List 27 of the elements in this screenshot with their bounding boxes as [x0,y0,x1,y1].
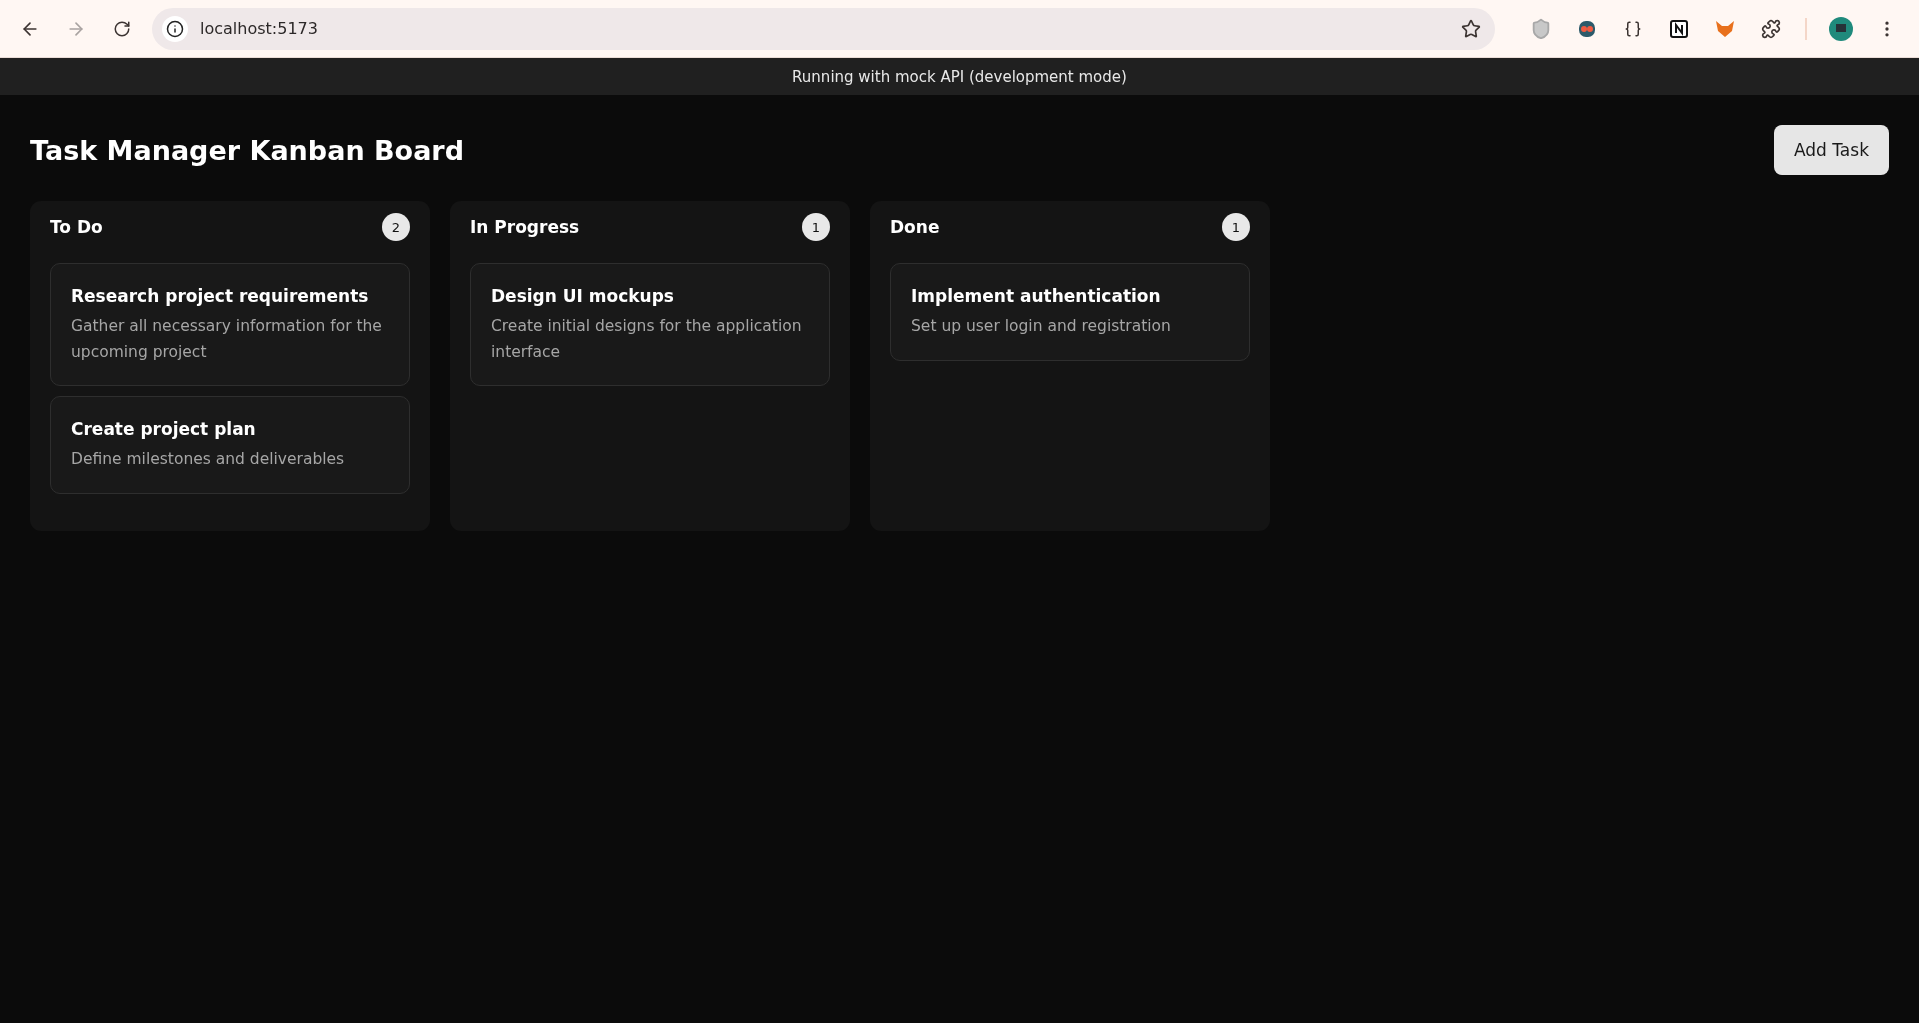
column-title: To Do [50,217,103,237]
column-title: Done [890,217,940,237]
dev-mode-banner: Running with mock API (development mode) [0,58,1919,95]
task-card[interactable]: Research project requirements Gather all necessary information for the upcoming project [50,263,410,387]
task-description: Gather all necessary information for the upcoming project [71,316,383,363]
task-card[interactable]: Create project plan Define milestones and deliverables [50,396,410,494]
task-description: Set up user login and registration [911,316,1172,337]
task-count-badge: 2 [382,213,410,241]
info-icon[interactable] [162,15,188,42]
task-title: Research project requirements [71,286,370,306]
avatar-icon[interactable] [1829,16,1853,41]
bookmark-star-icon[interactable] [1461,18,1481,39]
task-title: Implement authentication [911,286,1162,306]
task-title: Design UI mockups [491,286,675,306]
task-title: Create project plan [71,419,257,440]
task-count-badge: 1 [802,213,830,241]
task-description: Define milestones and deliverables [71,449,346,471]
reload-icon[interactable] [113,19,131,38]
task-card[interactable]: Implement authentication Set up user login and registration [890,263,1250,361]
task-description: Create initial designs for the application interface [491,316,803,363]
url-text: localhost:5173 [200,19,319,38]
board-title: Task Manager Kanban Board [30,134,464,166]
task-card[interactable]: Design UI mockups Create initial designs for the application interface [470,263,830,387]
address-bar[interactable]: localhost:5173 [152,7,1495,50]
task-count-badge: 1 [1222,213,1250,241]
column-title: In Progress [470,217,580,237]
add-task-button[interactable]: Add Task [1774,125,1889,175]
